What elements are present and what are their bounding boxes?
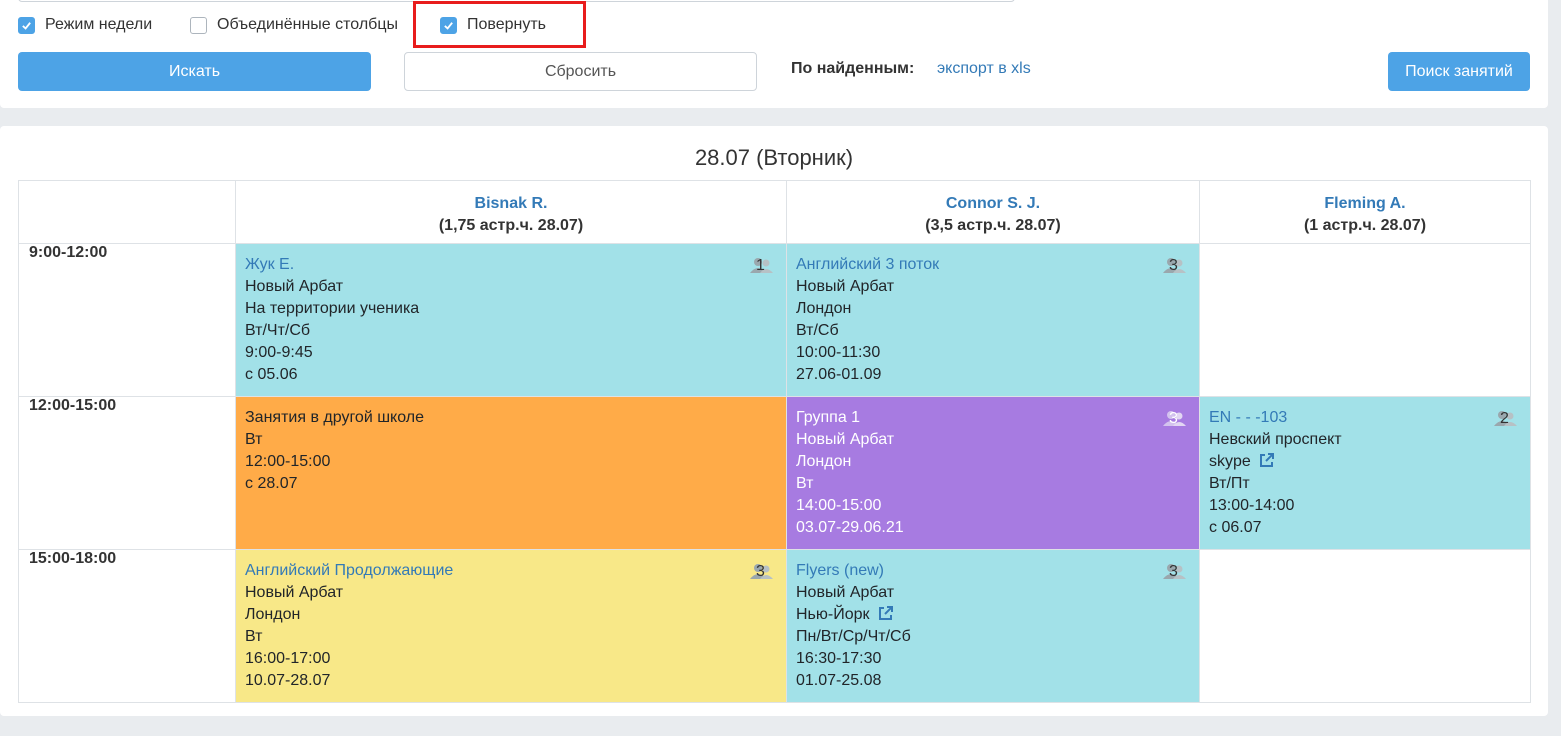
lesson-detail: Новый Арбат <box>245 278 344 295</box>
week-mode-checkbox[interactable]: Режим недели <box>18 16 152 34</box>
lesson-detail: 27.06-01.09 <box>796 366 882 383</box>
lesson-cell[interactable]: Жук Е. Новый Арбат На территории ученика… <box>235 243 787 397</box>
time-slot-label: 12:00-15:00 <box>18 396 236 550</box>
teacher-name[interactable]: Fleming A. <box>1200 193 1530 215</box>
lesson-title[interactable]: Английский Продолжающие <box>245 560 777 582</box>
lesson-search-button[interactable]: Поиск занятий <box>1388 52 1530 91</box>
empty-cell[interactable] <box>1199 549 1531 703</box>
students-count-value: 3 <box>1169 563 1178 580</box>
teacher-hours: (1,75 астр.ч. 28.07) <box>438 217 584 234</box>
lesson-detail: 16:00-17:00 <box>245 650 331 667</box>
lesson-detail: Вт <box>245 431 263 448</box>
time-row: 12:00-15:00 Занятия в другой школе Вт 12… <box>18 396 1531 550</box>
lesson-detail: 9:00-9:45 <box>245 344 313 361</box>
students-count: 3 <box>1163 410 1187 428</box>
lesson-detail: Лондон <box>796 453 852 470</box>
lesson-detail: 10:00-11:30 <box>796 344 881 361</box>
time-slot-label: 15:00-18:00 <box>18 549 236 703</box>
schedule-table: Bisnak R. (1,75 астр.ч. 28.07) Connor S.… <box>18 180 1531 703</box>
lesson-detail: Вт/Чт/Сб <box>245 322 311 339</box>
lesson-detail: Невский проспект <box>1209 431 1342 448</box>
students-count: 3 <box>1163 563 1187 581</box>
teacher-name[interactable]: Bisnak R. <box>236 193 786 215</box>
students-count-value: 3 <box>756 563 765 580</box>
teacher-hours: (1 астр.ч. 28.07) <box>1303 217 1427 234</box>
students-count: 2 <box>1494 410 1518 428</box>
date-title: 28.07 (Вторник) <box>694 145 854 170</box>
lesson-detail: Лондон <box>796 300 852 317</box>
lesson-room: Нью-Йорк <box>796 606 870 623</box>
found-label: По найденным: <box>791 60 915 77</box>
lesson-detail: Новый Арбат <box>796 278 895 295</box>
lesson-detail: 12:00-15:00 <box>245 453 331 470</box>
lesson-detail: Нью-Йорк <box>796 604 1190 626</box>
lesson-detail: На территории ученика <box>245 300 420 317</box>
lesson-title[interactable]: Жук Е. <box>245 254 777 276</box>
lesson-cell[interactable]: Английский 3 поток Новый Арбат Лондон Вт… <box>786 243 1200 397</box>
lesson-cell[interactable]: EN - - -103 Невский проспект skype Вт/Пт… <box>1199 396 1531 550</box>
lesson-detail: 13:00-14:00 <box>1209 497 1295 514</box>
lesson-title[interactable]: Flyers (new) <box>796 560 1190 582</box>
lesson-detail: Вт/Сб <box>796 322 839 339</box>
students-count: 3 <box>1163 257 1187 275</box>
lesson-detail: Новый Арбат <box>245 584 344 601</box>
lesson-title: Занятия в другой школе <box>245 409 424 426</box>
students-count: 3 <box>750 563 774 581</box>
external-link-icon[interactable] <box>1259 452 1275 468</box>
lesson-detail: Новый Арбат <box>796 431 895 448</box>
teacher-header: Bisnak R. (1,75 астр.ч. 28.07) <box>235 180 787 244</box>
lesson-title[interactable]: EN - - -103 <box>1209 407 1521 429</box>
lesson-detail: Пн/Вт/Ср/Чт/Сб <box>796 628 911 645</box>
lesson-title[interactable]: Английский 3 поток <box>796 254 1190 276</box>
teacher-hours: (3,5 астр.ч. 28.07) <box>925 217 1061 234</box>
header-row: Bisnak R. (1,75 астр.ч. 28.07) Connor S.… <box>18 180 1531 244</box>
students-count-value: 3 <box>1169 257 1178 274</box>
time-slot-label: 9:00-12:00 <box>18 243 236 397</box>
lesson-detail: 03.07-29.06.21 <box>796 519 904 536</box>
time-row: 9:00-12:00 Жук Е. Новый Арбат На террито… <box>18 243 1531 397</box>
students-count-value: 2 <box>1500 410 1509 427</box>
lesson-cell[interactable]: Группа 1 Новый Арбат Лондон Вт 14:00-15:… <box>786 396 1200 550</box>
teacher-header: Connor S. J. (3,5 астр.ч. 28.07) <box>786 180 1200 244</box>
highlight-box <box>413 1 586 48</box>
lesson-detail: Новый Арбат <box>796 584 895 601</box>
lesson-detail: skype <box>1209 451 1521 473</box>
students-count: 1 <box>750 257 774 275</box>
lesson-cell[interactable]: Flyers (new) Новый Арбат Нью-Йорк Пн/Вт/… <box>786 549 1200 703</box>
teacher-header: Fleming A. (1 астр.ч. 28.07) <box>1199 180 1531 244</box>
lesson-detail: с 05.06 <box>245 366 298 383</box>
reset-button[interactable]: Сбросить <box>404 52 757 91</box>
lesson-detail: Вт/Пт <box>1209 475 1250 492</box>
filter-panel: Режим недели Объединённые столбцы Поверн… <box>0 0 1548 108</box>
external-link-icon[interactable] <box>878 605 894 621</box>
merged-columns-checkbox[interactable]: Объединённые столбцы <box>190 16 398 34</box>
empty-cell[interactable] <box>1199 243 1531 397</box>
students-count-value: 1 <box>756 257 765 274</box>
checkbox-unchecked-icon[interactable] <box>190 16 207 34</box>
lesson-cell[interactable]: Английский Продолжающие Новый Арбат Лонд… <box>235 549 787 703</box>
lesson-detail: с 28.07 <box>245 475 298 492</box>
corner-cell <box>18 180 236 244</box>
lesson-cell[interactable]: Занятия в другой школе Вт 12:00-15:00 с … <box>235 396 787 550</box>
lesson-detail: Лондон <box>245 606 301 623</box>
export-xls-link[interactable]: экспорт в xls <box>937 60 1031 78</box>
week-mode-label: Режим недели <box>45 16 153 33</box>
lesson-detail: Вт <box>245 628 263 645</box>
lesson-detail: 16:30-17:30 <box>796 650 882 667</box>
lesson-title[interactable]: Группа 1 <box>796 407 1190 429</box>
lesson-detail: 01.07-25.08 <box>796 672 882 689</box>
lesson-detail: с 06.07 <box>1209 519 1262 536</box>
merged-columns-label: Объединённые столбцы <box>217 16 399 33</box>
students-count-value: 3 <box>1169 410 1178 427</box>
checkbox-checked-icon[interactable] <box>18 16 35 34</box>
lesson-detail: 14:00-15:00 <box>796 497 882 514</box>
search-button[interactable]: Искать <box>18 52 371 91</box>
lesson-detail: Вт <box>796 475 814 492</box>
time-row: 15:00-18:00 Английский Продолжающие Новы… <box>18 549 1531 703</box>
teacher-name[interactable]: Connor S. J. <box>787 193 1199 215</box>
lesson-detail: 10.07-28.07 <box>245 672 331 689</box>
lesson-room: skype <box>1209 453 1251 470</box>
